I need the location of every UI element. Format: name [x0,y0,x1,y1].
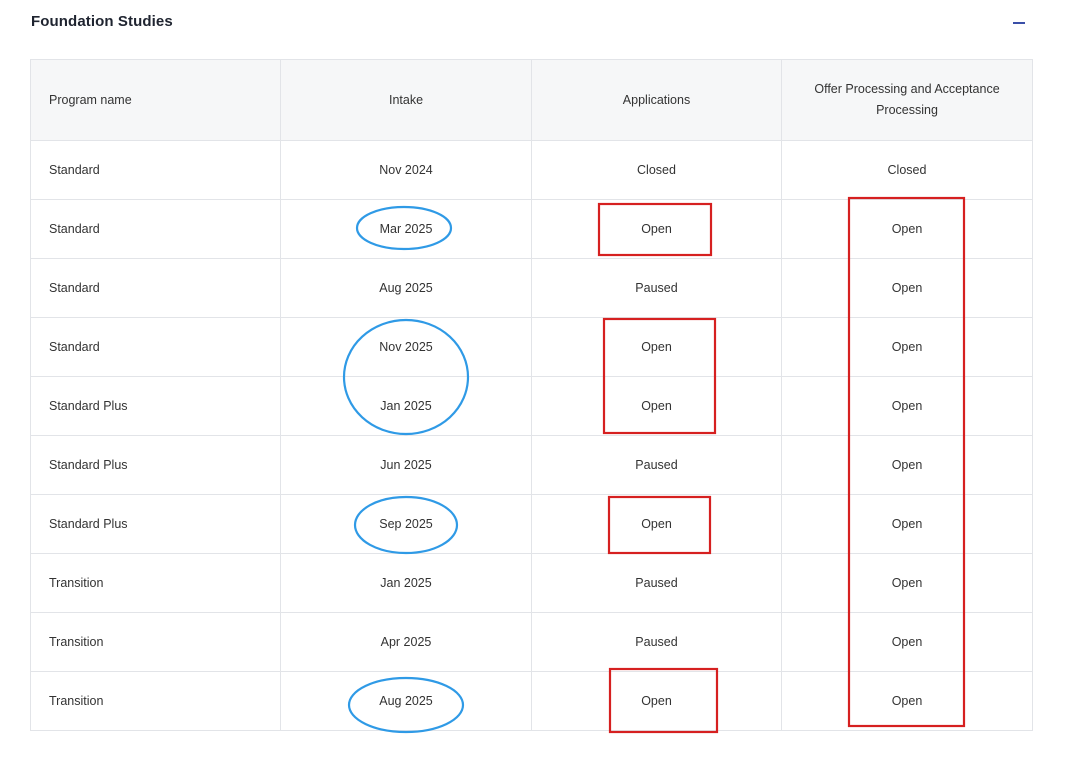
table-row: Standard Plus Sep 2025 Open Open [30,494,1033,554]
offer-status-cell: Open [781,494,1033,554]
offer-status-cell: Open [781,376,1033,436]
page: Foundation Studies Program name Intake A… [0,0,1080,760]
minus-icon [1013,22,1025,24]
program-name-cell: Standard [30,199,281,259]
program-name-cell: Transition [30,671,281,731]
intake-cell: Apr 2025 [280,612,532,672]
applications-status-cell: Paused [531,553,782,613]
offer-status-cell: Open [781,553,1033,613]
column-header-intake: Intake [280,59,532,141]
intake-cell: Aug 2025 [280,671,532,731]
intake-cell: Jun 2025 [280,435,532,495]
applications-status-cell: Closed [531,140,782,200]
program-name-cell: Standard Plus [30,435,281,495]
program-name-cell: Standard [30,140,281,200]
column-header-program-name: Program name [30,59,281,141]
program-name-cell: Standard Plus [30,494,281,554]
offer-status-cell: Open [781,435,1033,495]
offer-status-cell: Open [781,199,1033,259]
program-name-cell: Standard [30,258,281,318]
column-header-applications: Applications [531,59,782,141]
applications-status-cell: Paused [531,258,782,318]
intake-cell: Sep 2025 [280,494,532,554]
table-row: Transition Aug 2025 Open Open [30,671,1033,731]
offer-status-cell: Closed [781,140,1033,200]
offer-status-cell: Open [781,671,1033,731]
column-header-offer-processing: Offer Processing and Acceptance Processi… [781,59,1033,141]
offer-status-cell: Open [781,317,1033,377]
section-title: Foundation Studies [31,13,173,30]
collapse-button[interactable] [1009,14,1029,32]
applications-status-cell: Paused [531,612,782,672]
applications-status-cell: Open [531,494,782,554]
offer-status-cell: Open [781,612,1033,672]
intake-cell: Aug 2025 [280,258,532,318]
table-row: Standard Mar 2025 Open Open [30,199,1033,259]
intake-cell: Jan 2025 [280,553,532,613]
program-name-cell: Transition [30,612,281,672]
table-row: Transition Apr 2025 Paused Open [30,612,1033,672]
table-row: Standard Nov 2024 Closed Closed [30,140,1033,200]
table-row: Standard Nov 2025 Open Open [30,317,1033,377]
applications-status-cell: Open [531,199,782,259]
program-name-cell: Transition [30,553,281,613]
applications-status-cell: Open [531,376,782,436]
intake-cell: Mar 2025 [280,199,532,259]
table-header-row: Program name Intake Applications Offer P… [30,59,1033,141]
intake-cell: Nov 2025 [280,317,532,377]
applications-status-cell: Paused [531,435,782,495]
intake-cell: Nov 2024 [280,140,532,200]
applications-status-cell: Open [531,671,782,731]
table-row: Transition Jan 2025 Paused Open [30,553,1033,613]
programs-table: Program name Intake Applications Offer P… [30,59,1033,731]
section-header: Foundation Studies [31,0,1031,44]
table-row: Standard Aug 2025 Paused Open [30,258,1033,318]
table-row: Standard Plus Jun 2025 Paused Open [30,435,1033,495]
intake-cell: Jan 2025 [280,376,532,436]
table-row: Standard Plus Jan 2025 Open Open [30,376,1033,436]
program-name-cell: Standard [30,317,281,377]
offer-status-cell: Open [781,258,1033,318]
program-name-cell: Standard Plus [30,376,281,436]
applications-status-cell: Open [531,317,782,377]
